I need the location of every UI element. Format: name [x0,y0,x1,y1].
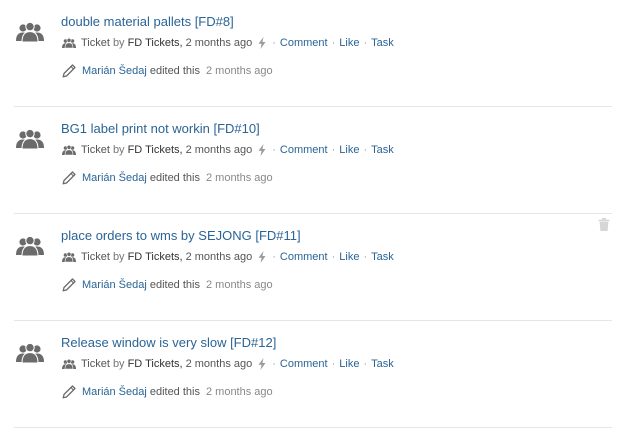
people-group-icon [16,236,44,256]
small-people-icon [62,145,76,155]
item-meta: Ticket by FD Tickets, 2 months ago · Com… [62,357,394,371]
item-author: FD Tickets, [127,37,183,49]
task-link[interactable]: Task [371,36,394,50]
feed-item: place orders to wms by SEJONG [FD#11] Ti… [0,214,627,321]
activity-feed: double material pallets [FD#8] Ticket by… [0,0,627,428]
separator: · [272,251,276,263]
people-group-icon [16,343,44,363]
separator: · [331,37,336,49]
item-author: FD Tickets, [127,358,183,370]
lightning-bolt-icon [258,37,266,49]
activity-action: edited this [149,386,200,398]
by-label: by [112,144,125,156]
task-link[interactable]: Task [371,143,394,157]
item-meta: Ticket by FD Tickets, 2 months ago · Com… [62,143,394,157]
activity-action: edited this [149,172,200,184]
item-meta: Ticket by FD Tickets, 2 months ago · Com… [62,36,394,50]
task-link[interactable]: Task [371,357,394,371]
people-group-icon [16,129,44,149]
like-link[interactable]: Like [339,250,359,264]
by-label: by [112,37,125,49]
small-people-icon [62,359,76,369]
activity-time: 2 months ago [205,172,273,184]
separator: · [272,37,276,49]
editor-link[interactable]: Marián Šedaj [82,384,147,400]
editor-link[interactable]: Marián Šedaj [82,277,147,293]
activity-time: 2 months ago [205,65,273,77]
separator: · [331,144,336,156]
small-people-icon [62,38,76,48]
separator: · [363,37,368,49]
activity-action: edited this [149,65,200,77]
activity-action: edited this [149,279,200,291]
item-activity: Marián Šedaj edited this 2 months ago [62,277,273,293]
people-group-icon [16,22,44,42]
item-activity: Marián Šedaj edited this 2 months ago [62,384,273,400]
separator: · [331,358,336,370]
item-title-link[interactable]: BG1 label print not workin [FD#10] [61,121,260,136]
lightning-bolt-icon [258,251,266,263]
separator: · [272,144,276,156]
like-link[interactable]: Like [339,143,359,157]
like-link[interactable]: Like [339,36,359,50]
comment-link[interactable]: Comment [280,357,328,371]
pencil-icon [62,278,76,292]
item-type: Ticket [81,144,110,156]
item-activity: Marián Šedaj edited this 2 months ago [62,63,273,79]
feed-item: double material pallets [FD#8] Ticket by… [0,0,627,107]
separator: · [363,251,368,263]
item-activity: Marián Šedaj edited this 2 months ago [62,170,273,186]
like-link[interactable]: Like [339,357,359,371]
lightning-bolt-icon [258,144,266,156]
item-type: Ticket [81,358,110,370]
feed-item: Release window is very slow [FD#12] Tick… [0,321,627,428]
feed-item: BG1 label print not workin [FD#10] Ticke… [0,107,627,214]
task-link[interactable]: Task [371,250,394,264]
item-author: FD Tickets, [127,251,183,263]
comment-link[interactable]: Comment [280,250,328,264]
pencil-icon [62,171,76,185]
separator: · [331,251,336,263]
item-meta: Ticket by FD Tickets, 2 months ago · Com… [62,250,394,264]
separator: · [363,358,368,370]
by-label: by [112,358,125,370]
activity-time: 2 months ago [205,279,273,291]
separator: · [272,358,276,370]
separator: · [363,144,368,156]
comment-link[interactable]: Comment [280,36,328,50]
item-type: Ticket [81,37,110,49]
item-author: FD Tickets, [127,144,183,156]
item-time: 2 months ago [185,144,253,156]
trash-icon[interactable] [598,218,610,231]
item-time: 2 months ago [185,37,253,49]
item-time: 2 months ago [185,251,253,263]
small-people-icon [62,252,76,262]
by-label: by [112,251,125,263]
item-title-link[interactable]: double material pallets [FD#8] [61,14,234,29]
activity-time: 2 months ago [205,386,273,398]
item-title-link[interactable]: place orders to wms by SEJONG [FD#11] [61,228,301,243]
editor-link[interactable]: Marián Šedaj [82,63,147,79]
comment-link[interactable]: Comment [280,143,328,157]
lightning-bolt-icon [258,358,266,370]
item-time: 2 months ago [185,358,253,370]
pencil-icon [62,385,76,399]
item-title-link[interactable]: Release window is very slow [FD#12] [61,335,276,350]
item-type: Ticket [81,251,110,263]
editor-link[interactable]: Marián Šedaj [82,170,147,186]
pencil-icon [62,64,76,78]
